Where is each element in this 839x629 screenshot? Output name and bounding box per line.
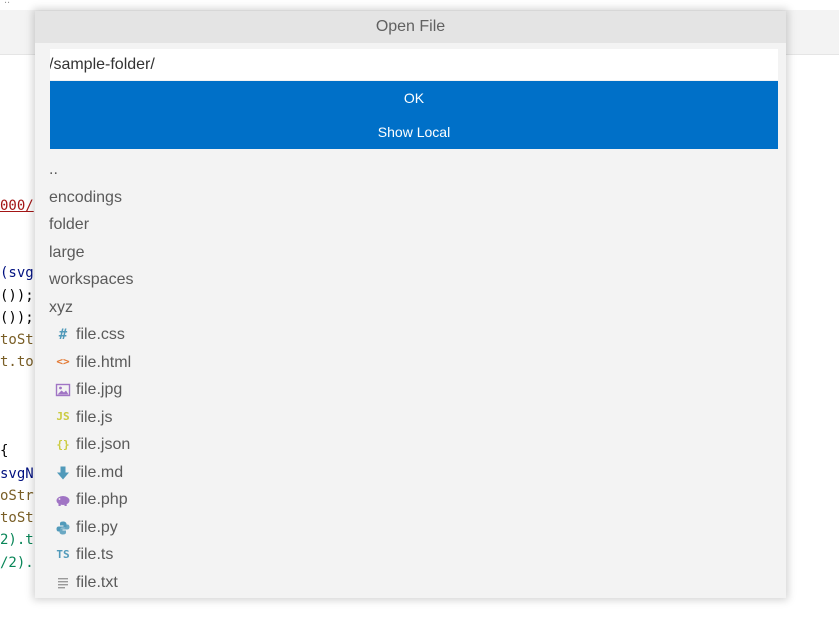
css-icon: #: [58, 326, 68, 343]
code-line: 2).t: [0, 529, 34, 551]
file-list-item-label: ..: [49, 161, 58, 179]
ok-button[interactable]: OK: [50, 81, 778, 115]
file-list-item[interactable]: {} file.json: [35, 431, 786, 459]
show-local-button[interactable]: Show Local: [50, 115, 778, 149]
file-list-item[interactable]: # file.css: [35, 321, 786, 349]
code-token: oStr: [0, 488, 34, 504]
file-list-item[interactable]: file.php: [35, 486, 786, 514]
code-token: toSt: [0, 332, 34, 348]
file-list-item[interactable]: <> file.html: [35, 349, 786, 377]
code-line: toSt: [0, 329, 34, 351]
code-line: ());: [0, 285, 34, 307]
code-token: t.to: [0, 354, 34, 370]
file-list-item[interactable]: folder: [35, 211, 786, 239]
file-list-item-label: file.py: [76, 518, 118, 536]
file-list-item[interactable]: JS file.js: [35, 404, 786, 432]
code-line: /2).: [0, 552, 34, 574]
file-list-item-label: xyz: [49, 298, 73, 316]
open-file-dialog: Open File OK Show Local .. encodings folde…: [35, 11, 786, 598]
javascript-icon: JS: [56, 410, 70, 424]
file-list-item[interactable]: workspaces: [35, 266, 786, 294]
file-list-item-label: file.md: [76, 463, 124, 481]
code-line: (svg: [0, 262, 34, 284]
file-list-item-label: file.js: [76, 408, 113, 426]
file-list-item[interactable]: xyz: [35, 294, 786, 322]
code-line: {: [0, 440, 8, 462]
file-list-item[interactable]: TS file.ts: [35, 541, 786, 569]
path-input[interactable]: [50, 49, 778, 80]
file-list-item[interactable]: large: [35, 239, 786, 267]
html-icon: <>: [56, 355, 70, 369]
file-list-item-label: folder: [49, 216, 90, 234]
php-icon: [54, 491, 72, 508]
code-line: t.to: [0, 351, 34, 373]
file-list-item-label: file.ts: [76, 546, 114, 564]
dialog-title: Open File: [35, 11, 786, 43]
code-token: ());: [0, 310, 34, 326]
file-list-item[interactable]: file.md: [35, 459, 786, 487]
file-list-item[interactable]: file.jpg: [35, 376, 786, 404]
code-line: ());: [0, 307, 34, 329]
typescript-icon: TS: [56, 547, 70, 561]
image-icon: [54, 381, 72, 398]
text-file-icon: [54, 574, 72, 591]
file-list-item-label: file.html: [76, 353, 132, 371]
file-list-item-label: file.php: [76, 491, 128, 509]
code-token: ());: [0, 288, 34, 304]
code-token: {: [0, 443, 9, 459]
file-list-item-label: file.json: [76, 436, 131, 454]
code-line: svgN: [0, 463, 34, 485]
window-top-bar: ..: [0, 0, 839, 10]
file-list-item[interactable]: encodings: [35, 184, 786, 212]
file-list-item[interactable]: file.txt: [35, 569, 786, 597]
code-token: 000/: [0, 198, 34, 214]
code-token: 2).t: [0, 532, 34, 548]
file-list-item-label: file.css: [76, 326, 125, 344]
file-list-item-label: encodings: [49, 188, 122, 206]
title-dots: ..: [4, 0, 11, 6]
code-token: toSt: [0, 510, 34, 526]
code-token: /2).: [0, 555, 34, 571]
file-list-item-label: file.txt: [76, 573, 118, 591]
file-list-item[interactable]: ..: [35, 156, 786, 184]
file-list-item-label: workspaces: [49, 271, 134, 289]
code-line: 000/: [0, 195, 34, 217]
file-list-item[interactable]: file.py: [35, 514, 786, 542]
file-list: .. encodings folder large workspaces xyz # file…: [35, 156, 786, 596]
python-icon: [54, 519, 72, 536]
code-token: svgN: [0, 466, 34, 482]
json-icon: {}: [56, 437, 70, 451]
code-line: toSt: [0, 507, 34, 529]
file-list-item-label: large: [49, 243, 85, 261]
file-list-item-label: file.jpg: [76, 381, 123, 399]
markdown-icon: [54, 464, 72, 481]
code-token: (svg: [0, 265, 34, 281]
code-line: oStr: [0, 485, 34, 507]
